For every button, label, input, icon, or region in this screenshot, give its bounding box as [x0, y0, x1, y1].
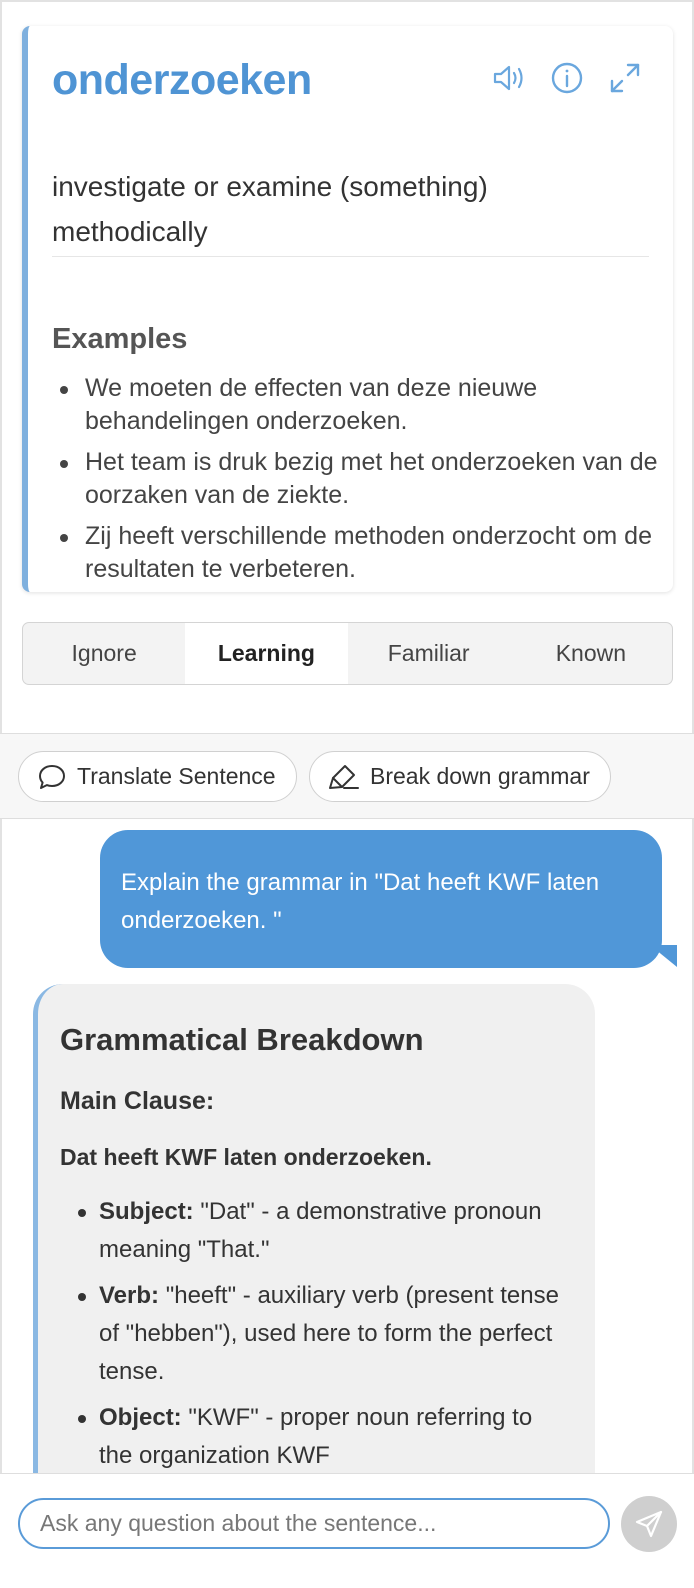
- chat-input-bar: [0, 1473, 694, 1588]
- grammar-item: Object: "KWF" - proper noun referring to…: [60, 1399, 567, 1475]
- assistant-subheading: Main Clause:: [60, 1087, 215, 1115]
- grammar-list: Subject: "Dat" - a demonstrative pronoun…: [60, 1193, 567, 1475]
- translate-sentence-label: Translate Sentence: [77, 763, 276, 789]
- user-message-bubble: Explain the grammar in "Dat heeft KWF la…: [100, 830, 662, 968]
- card-divider: [52, 256, 649, 257]
- assistant-message-bubble: Grammatical Breakdown Main Clause: Dat h…: [33, 984, 595, 1524]
- status-ignore[interactable]: Ignore: [23, 623, 185, 684]
- highlighter-icon: [329, 764, 359, 789]
- grammar-item: Subject: "Dat" - a demonstrative pronoun…: [60, 1193, 567, 1269]
- assistant-heading: Grammatical Breakdown: [60, 1022, 424, 1057]
- examples-heading: Examples: [52, 323, 188, 355]
- word-card: onderzoeken investigate or examine (some…: [22, 26, 673, 592]
- example-item: We moeten de effecten van deze nieuwe be…: [52, 372, 662, 438]
- expand-icon[interactable]: [607, 60, 643, 96]
- definition-text: investigate or examine (something) metho…: [52, 171, 488, 247]
- quick-actions-bar: Translate Sentence Break down grammar: [0, 733, 694, 819]
- user-bubble-tail: [650, 945, 677, 967]
- send-icon: [635, 1510, 663, 1538]
- translate-sentence-button[interactable]: Translate Sentence: [18, 751, 297, 802]
- example-item: Het team is druk bezig met het onderzoek…: [52, 446, 662, 512]
- grammar-term: Subject:: [99, 1198, 194, 1225]
- status-familiar[interactable]: Familiar: [348, 623, 510, 684]
- grammar-item: Verb: "heeft" - auxiliary verb (present …: [60, 1277, 567, 1391]
- card-actions: [491, 60, 643, 96]
- grammar-term: Verb:: [99, 1282, 160, 1309]
- grammar-desc: "heeft" - auxiliary verb (present tense …: [99, 1282, 559, 1385]
- example-item: Zij heeft verschillende methoden onderzo…: [52, 520, 662, 586]
- chat-bubble-icon: [39, 764, 65, 789]
- break-down-grammar-button[interactable]: Break down grammar: [309, 751, 611, 802]
- word-title: onderzoeken: [52, 56, 312, 104]
- assistant-sentence: Dat heeft KWF laten onderzoeken.: [60, 1144, 432, 1170]
- speaker-icon[interactable]: [491, 60, 527, 96]
- status-learning[interactable]: Learning: [185, 623, 348, 684]
- grammar-term: Object:: [99, 1404, 182, 1431]
- chat-input[interactable]: [18, 1498, 610, 1549]
- examples-list: We moeten de effecten van deze nieuwe be…: [52, 372, 662, 594]
- status-selector: Ignore Learning Familiar Known: [22, 622, 673, 685]
- send-button[interactable]: [621, 1496, 677, 1552]
- break-down-grammar-label: Break down grammar: [370, 763, 590, 789]
- status-known[interactable]: Known: [510, 623, 672, 684]
- info-icon[interactable]: [549, 60, 585, 96]
